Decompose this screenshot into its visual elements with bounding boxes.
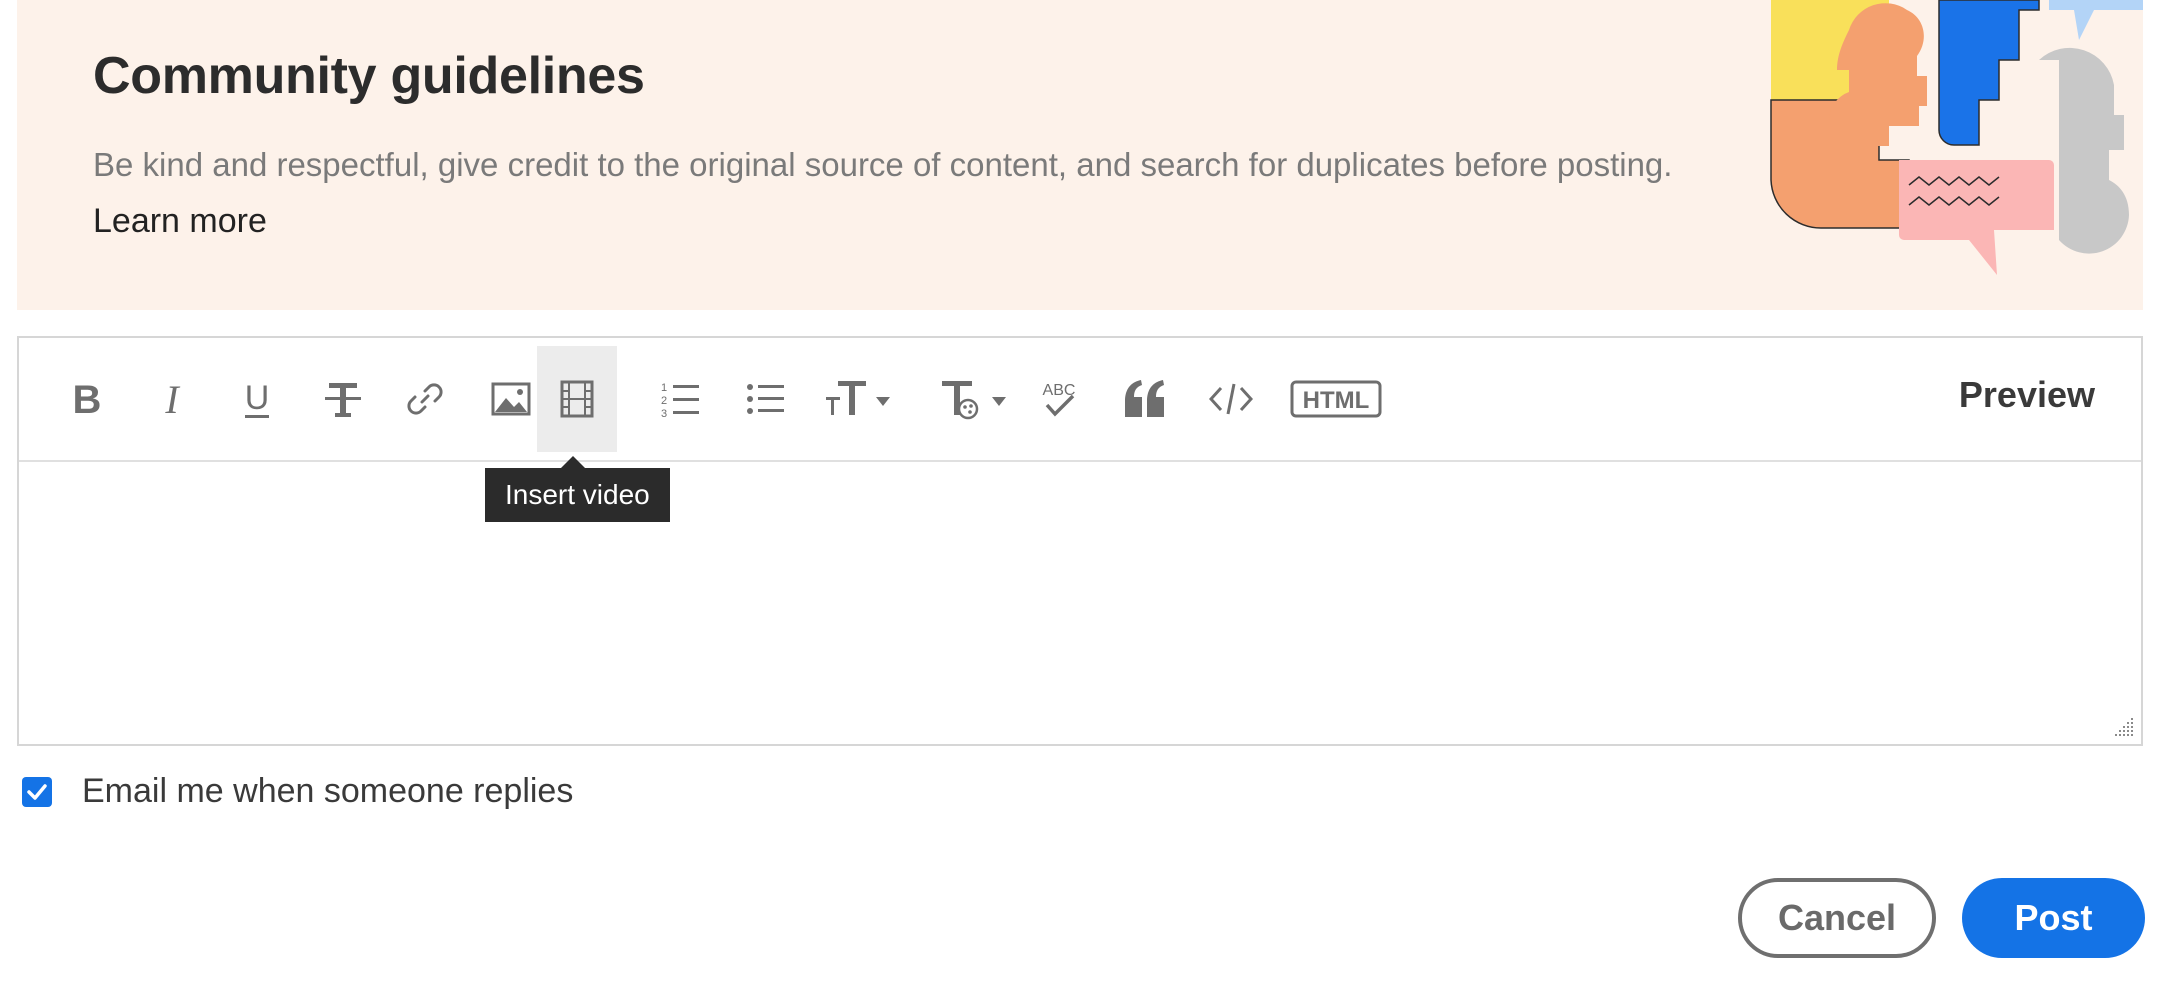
- cancel-button[interactable]: Cancel: [1738, 878, 1936, 958]
- underline-button[interactable]: U: [217, 346, 297, 452]
- text-style-icon: [942, 381, 1006, 420]
- strikethrough-icon: [325, 383, 361, 417]
- resize-handle-icon[interactable]: [2113, 716, 2135, 738]
- underline-icon: U: [245, 379, 270, 418]
- learn-more-link[interactable]: Learn more: [93, 202, 267, 241]
- html-button[interactable]: HTML: [1281, 346, 1391, 452]
- spell-check-button[interactable]: ABC: [1019, 346, 1099, 452]
- text-size-icon: [826, 381, 890, 415]
- numbered-list-button[interactable]: 1 2 3: [641, 346, 721, 452]
- preview-button[interactable]: Preview: [1959, 374, 2095, 416]
- link-icon: [407, 383, 443, 415]
- bold-button[interactable]: B: [47, 346, 127, 452]
- spellcheck-icon: ABC: [1043, 382, 1075, 417]
- email-notification-option: Email me when someone replies: [22, 772, 573, 811]
- community-illustration: [1770, 0, 2143, 275]
- checkmark-icon: [27, 783, 47, 800]
- community-guidelines-banner: Community guidelines Be kind and respect…: [17, 0, 2143, 310]
- quote-button[interactable]: [1105, 346, 1185, 452]
- editor-toolbar: B I U 1 2 3 ABC HTML Preview: [19, 338, 2141, 462]
- bulleted-list-button[interactable]: [726, 346, 806, 452]
- insert-video-button[interactable]: [537, 346, 617, 452]
- email-replies-label[interactable]: Email me when someone replies: [82, 772, 573, 811]
- guidelines-description: Be kind and respectful, give credit to t…: [93, 146, 1673, 183]
- font-size-dropdown[interactable]: [819, 346, 903, 452]
- numbered-list-icon: 1 2 3: [661, 382, 699, 419]
- svg-text:HTML: HTML: [1303, 387, 1370, 414]
- bold-icon: B: [73, 378, 102, 421]
- strikethrough-button[interactable]: [303, 346, 383, 452]
- post-button[interactable]: Post: [1962, 878, 2145, 958]
- html-icon: HTML: [1290, 380, 1382, 418]
- italic-icon: I: [164, 377, 180, 421]
- bulleted-list-icon: [747, 384, 784, 414]
- film-icon: [560, 380, 594, 418]
- guidelines-title: Community guidelines: [93, 47, 645, 105]
- svg-text:1: 1: [661, 382, 667, 394]
- link-button[interactable]: [385, 346, 465, 452]
- quote-icon: [1125, 380, 1164, 417]
- rich-text-editor: B I U 1 2 3 ABC HTML Preview Insert vide…: [17, 336, 2143, 746]
- insert-video-tooltip: Insert video: [485, 456, 670, 522]
- svg-text:2: 2: [661, 395, 667, 407]
- code-icon: [1209, 383, 1253, 415]
- svg-text:B: B: [73, 378, 102, 421]
- image-icon: [491, 382, 531, 416]
- email-replies-checkbox[interactable]: [22, 776, 52, 807]
- reply-form: Community guidelines Be kind and respect…: [0, 0, 2160, 992]
- svg-text:3: 3: [661, 408, 667, 419]
- svg-text:U: U: [245, 379, 270, 417]
- text-style-dropdown[interactable]: [935, 346, 1019, 452]
- svg-text:I: I: [164, 377, 180, 421]
- italic-button[interactable]: I: [132, 346, 212, 452]
- code-button[interactable]: [1191, 346, 1271, 452]
